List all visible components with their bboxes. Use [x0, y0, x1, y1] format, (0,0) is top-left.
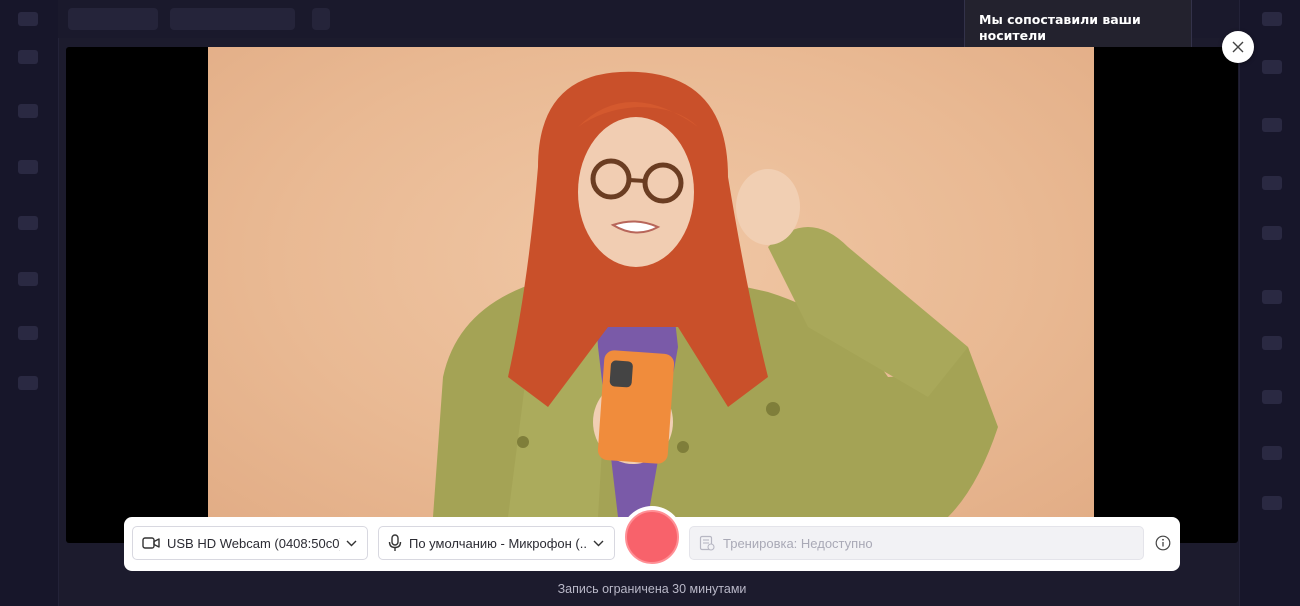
rehearsal-field: Тренировка: Недоступно [689, 526, 1144, 560]
jacket-button [766, 402, 780, 416]
sidebar-icon [18, 376, 38, 390]
camera-select[interactable]: USB HD Webcam (0408:50c0) [132, 526, 368, 560]
sidebar-icon [18, 50, 38, 64]
right-sidebar [1239, 0, 1300, 606]
sidebar-icon [1262, 176, 1282, 190]
glasses-bridge [628, 178, 646, 183]
jacket-button [517, 436, 529, 448]
chevron-down-icon [346, 540, 357, 547]
rehearsal-text: Тренировка: Недоступно [723, 535, 873, 551]
close-button[interactable] [1222, 31, 1254, 63]
sidebar-icon [1262, 446, 1282, 460]
phone-camera-shape [609, 360, 633, 388]
sidebar-icon [18, 160, 38, 174]
info-icon [1155, 535, 1171, 551]
record-icon [625, 510, 679, 564]
sidebar-icon [1262, 118, 1282, 132]
sidebar-icon [1262, 60, 1282, 74]
teleprompter-icon [699, 535, 715, 551]
smartphone-shape [597, 350, 675, 464]
notification-toast: Мы сопоставили ваши носители [964, 0, 1192, 48]
topbar-chip [68, 8, 158, 30]
sidebar-icon [18, 326, 38, 340]
camera-select-value: USB HD Webcam (0408:50c0) [167, 535, 340, 551]
sidebar-icon [1262, 496, 1282, 510]
camera-icon [142, 536, 160, 550]
microphone-select[interactable]: По умолчанию - Микрофон (... [378, 526, 615, 560]
sidebar-icon [1262, 390, 1282, 404]
sidebar-icon [1262, 226, 1282, 240]
record-button[interactable] [621, 506, 683, 568]
sidebar-icon [1262, 12, 1282, 26]
sidebar-icon [18, 272, 38, 286]
recording-limit-note: Запись ограничена 30 минутами [557, 582, 747, 596]
topbar-chip [312, 8, 330, 30]
close-icon [1232, 41, 1244, 53]
notification-text: Мы сопоставили ваши носители [979, 12, 1141, 43]
jacket-button [677, 441, 689, 453]
sidebar-icon [18, 216, 38, 230]
sidebar-icon [1262, 336, 1282, 350]
chevron-down-icon [593, 540, 604, 547]
webcam-recorder-modal [66, 47, 1238, 543]
microphone-icon [388, 534, 402, 552]
menu-icon [18, 12, 38, 26]
topbar-chip [170, 8, 295, 30]
left-sidebar [0, 0, 59, 606]
microphone-select-value: По умолчанию - Микрофон (... [409, 535, 587, 551]
info-button[interactable] [1154, 534, 1172, 552]
webcam-video-frame [433, 71, 998, 517]
raised-hand-shape [736, 169, 800, 245]
sidebar-icon [18, 104, 38, 118]
sidebar-icon [1262, 290, 1282, 304]
recorder-controls-bar: USB HD Webcam (0408:50c0) По умолчанию -… [124, 506, 1180, 571]
webcam-preview [208, 47, 1094, 517]
